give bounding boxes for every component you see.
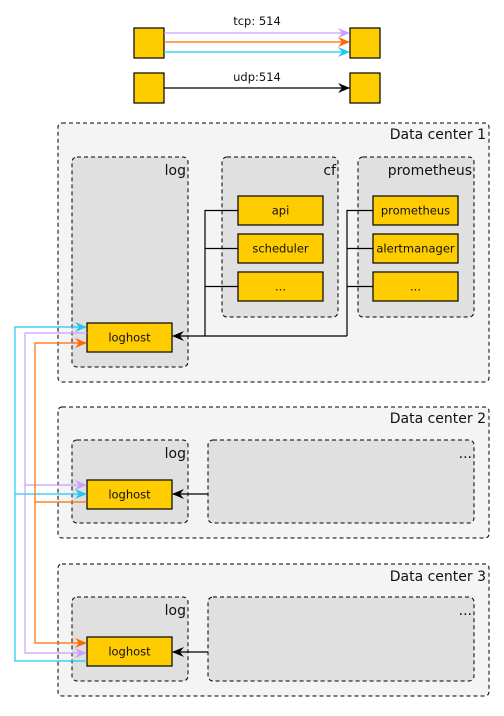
group-prometheus: prometheus prometheus alertmanager ... [357, 156, 475, 318]
node-label: prometheus [381, 204, 450, 218]
group-more: ... [207, 596, 475, 682]
group-log: log loghost [71, 596, 189, 682]
legend: tcp: 514 udp:514 [133, 14, 381, 104]
legend-tcp-target [349, 27, 381, 59]
group-title: cf [323, 163, 337, 179]
node-label: loghost [108, 488, 151, 502]
datacenter-title: Data center 2 [390, 411, 486, 427]
node-label: loghost [108, 645, 151, 659]
diagram: tcp: 514 udp:514 Data center 1 log logho… [14, 14, 490, 697]
group-more: ... [207, 439, 475, 524]
datacenter-title: Data center 1 [390, 127, 486, 143]
group-title: log [165, 446, 186, 462]
legend-udp-label: udp:514 [233, 70, 281, 84]
node-label: loghost [108, 331, 151, 345]
group-log: log loghost [71, 156, 189, 368]
datacenter-2: Data center 2 log loghost ... [57, 406, 490, 539]
group-title: prometheus [388, 163, 472, 179]
group-title: log [165, 603, 186, 619]
group-log: log loghost [71, 439, 189, 524]
group-title: ... [459, 446, 472, 462]
legend-tcp-label: tcp: 514 [233, 14, 281, 28]
node-label: scheduler [252, 242, 309, 256]
group-title: log [165, 163, 186, 179]
datacenter-1: Data center 1 log loghost cf api schedul… [57, 122, 490, 383]
node-label: ... [410, 280, 421, 294]
legend-udp-source [133, 72, 165, 104]
group-title: ... [459, 603, 472, 619]
datacenter-title: Data center 3 [390, 569, 486, 585]
legend-tcp-source [133, 27, 165, 59]
node-label: api [272, 204, 290, 218]
node-label: alertmanager [376, 242, 455, 256]
legend-udp-target [349, 72, 381, 104]
group-cf: cf api scheduler ... [221, 156, 339, 318]
node-label: ... [275, 280, 286, 294]
datacenter-3: Data center 3 log loghost ... [57, 563, 490, 697]
